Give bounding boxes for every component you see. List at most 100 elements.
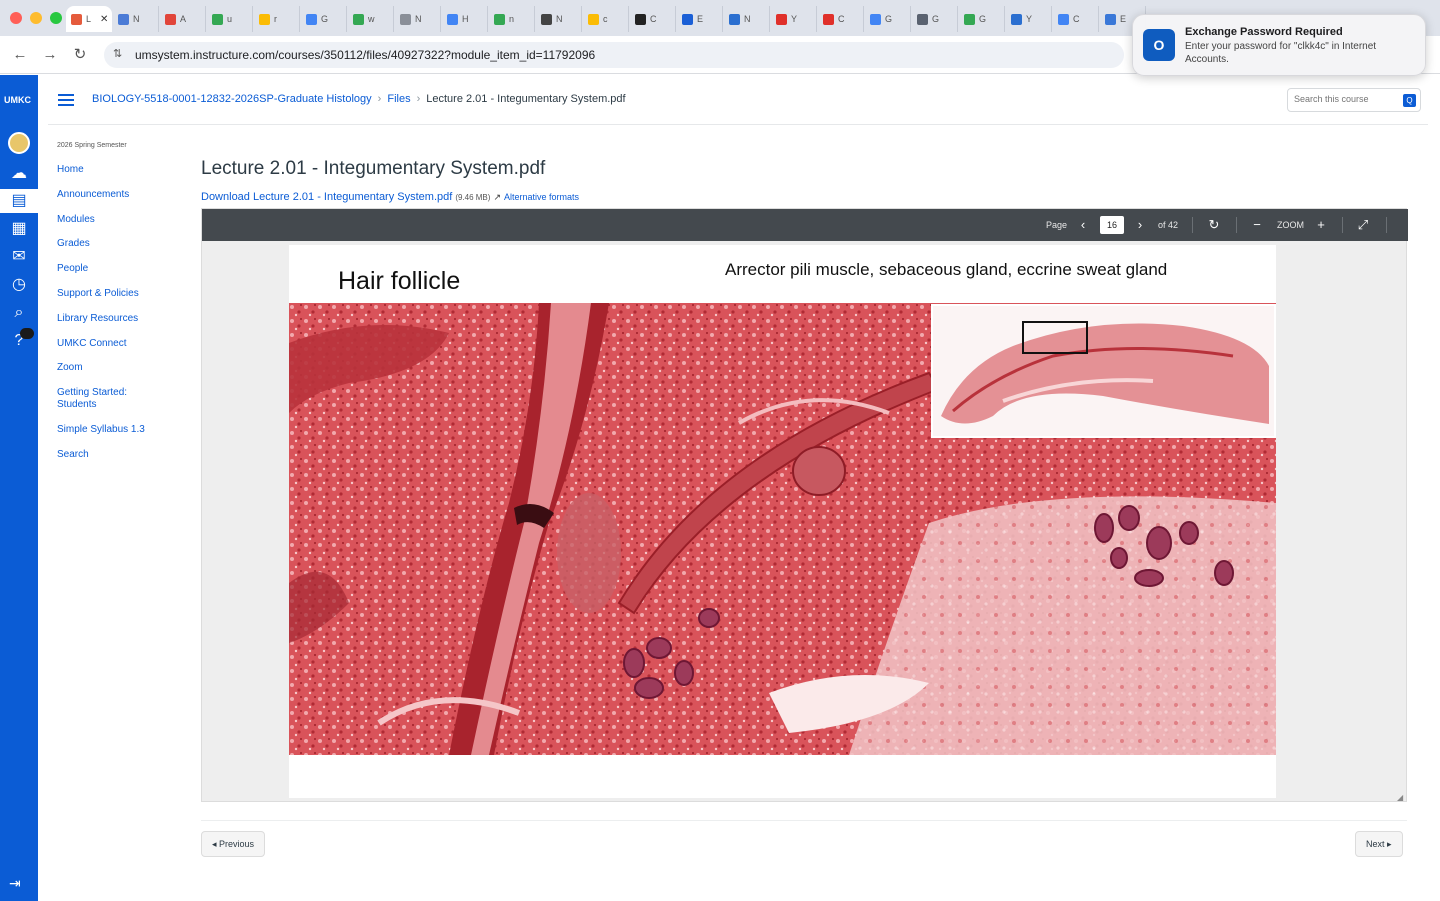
global-nav: UMKC ☁ ▤ ▦ ✉ ◷ ⌕ ? ⇥ — [0, 75, 38, 901]
course-nav-item[interactable]: Library Resources — [57, 313, 177, 325]
account-avatar[interactable] — [8, 132, 30, 154]
umkc-logo[interactable]: UMKC — [4, 95, 31, 105]
tab-label: L — [86, 14, 92, 24]
alternative-formats-link[interactable]: Alternative formats — [504, 192, 579, 202]
page-number-input[interactable] — [1100, 216, 1124, 234]
tab-favicon-icon — [588, 13, 599, 25]
page-label: Page — [1046, 220, 1068, 230]
breadcrumb-files[interactable]: Files — [387, 93, 410, 105]
course-nav-item[interactable]: Modules — [57, 214, 177, 226]
browser-tab[interactable]: N — [395, 6, 441, 32]
close-tab-icon[interactable]: ✕ — [100, 14, 108, 25]
page-total: of 42 — [1158, 220, 1179, 230]
browser-tab[interactable]: N — [113, 6, 159, 32]
calendar-icon[interactable]: ▦ — [7, 217, 31, 241]
minimize-window-button[interactable] — [30, 12, 42, 24]
course-nav-item[interactable]: Simple Syllabus 1.3 — [57, 424, 177, 436]
browser-tab[interactable]: G — [912, 6, 958, 32]
next-page-icon[interactable]: › — [1132, 216, 1148, 234]
browser-tab[interactable]: r — [254, 6, 300, 32]
tab-favicon-icon — [212, 13, 223, 25]
search-icon[interactable]: ⌕ — [7, 301, 31, 325]
browser-tab[interactable]: L ✕ — [66, 6, 112, 32]
course-nav-item[interactable]: Zoom — [57, 362, 177, 374]
course-search-input[interactable] — [1294, 94, 1398, 104]
url-text[interactable]: umsystem.instructure.com/courses/350112/… — [135, 48, 595, 62]
course-nav-item[interactable]: Home — [57, 164, 177, 176]
browser-tab[interactable]: C — [630, 6, 676, 32]
admin-icon[interactable]: ☁ — [7, 162, 31, 186]
tab-favicon-icon — [541, 13, 552, 25]
reload-icon[interactable]: ↻ — [70, 45, 90, 65]
site-info-icon[interactable]: ⇅ — [113, 47, 122, 60]
tab-label: Y — [791, 14, 798, 24]
browser-tab[interactable]: A — [160, 6, 206, 32]
tab-favicon-icon — [682, 13, 693, 25]
browser-tab[interactable]: G — [865, 6, 911, 32]
zoom-label: ZOOM — [1277, 220, 1304, 230]
forward-icon[interactable]: → — [40, 45, 60, 65]
breadcrumb-separator: › — [377, 93, 382, 105]
browser-tab[interactable]: G — [959, 6, 1005, 32]
course-nav-item[interactable]: People — [57, 263, 177, 275]
back-icon[interactable]: ← — [10, 45, 30, 65]
course-nav-item[interactable]: Grades — [57, 238, 177, 250]
address-bar[interactable]: ⇅ umsystem.instructure.com/courses/35011… — [104, 42, 1124, 68]
tab-label: G — [979, 14, 987, 24]
previous-page-icon[interactable]: ‹ — [1075, 216, 1091, 234]
tab-favicon-icon — [964, 13, 975, 25]
tab-label: C — [838, 14, 845, 24]
courses-icon[interactable]: ▤ — [0, 189, 38, 213]
tab-label: r — [274, 14, 277, 24]
exchange-notification[interactable]: O Exchange Password Required Enter your … — [1132, 14, 1426, 76]
course-nav-item[interactable]: UMKC Connect — [57, 338, 177, 350]
fullscreen-icon[interactable]: ⤢ — [1355, 216, 1371, 234]
tab-favicon-icon — [729, 13, 740, 25]
previous-button[interactable]: ◂ Previous — [201, 831, 266, 857]
browser-tab[interactable]: c — [583, 6, 629, 32]
browser-tab[interactable]: H — [442, 6, 488, 32]
browser-tab[interactable]: n — [489, 6, 535, 32]
search-button[interactable]: Q — [1403, 94, 1416, 107]
zoom-in-icon[interactable]: + — [1313, 216, 1329, 234]
download-link[interactable]: Download Lecture 2.01 - Integumentary Sy… — [201, 191, 452, 203]
download-line: Download Lecture 2.01 - Integumentary Sy… — [201, 191, 579, 203]
browser-tabs: L ✕ N Au r Gw N Hn Nc C E N Y C G G G Y C E — [66, 6, 1147, 36]
browser-tab[interactable]: C — [1053, 6, 1099, 32]
browser-tab[interactable]: G — [301, 6, 347, 32]
course-nav-item[interactable]: Announcements — [57, 189, 177, 201]
course-nav-item[interactable]: Getting Started: Students — [57, 387, 147, 411]
tab-favicon-icon — [306, 13, 317, 25]
browser-tab[interactable]: Y — [1006, 6, 1052, 32]
browser-tab[interactable]: w — [348, 6, 394, 32]
zoom-out-icon[interactable]: − — [1249, 216, 1265, 234]
collapse-nav-icon[interactable]: ⇥ — [9, 875, 21, 892]
close-window-button[interactable] — [10, 12, 22, 24]
browser-tab[interactable]: Y — [771, 6, 817, 32]
slide-subtitle: Arrector pili muscle, sebaceous gland, e… — [725, 260, 1168, 279]
browser-tab[interactable]: C — [818, 6, 864, 32]
inset-overview-image — [931, 304, 1276, 438]
breadcrumb-course[interactable]: BIOLOGY-5518-0001-12832-2026SP-Graduate … — [92, 93, 372, 105]
alternative-formats-icon[interactable]: ↗ — [493, 192, 501, 202]
tab-label: C — [1073, 14, 1080, 24]
tab-label: N — [133, 14, 140, 24]
browser-tab[interactable]: N — [724, 6, 770, 32]
toolbar-divider — [1386, 217, 1387, 233]
browser-tab[interactable]: u — [207, 6, 253, 32]
rotate-icon[interactable]: ↻ — [1206, 216, 1222, 234]
inbox-icon[interactable]: ✉ — [7, 245, 31, 269]
viewer-resize-handle[interactable]: ◢ — [1397, 793, 1403, 802]
toolbar-divider — [1342, 217, 1343, 233]
browser-tab[interactable]: E — [677, 6, 723, 32]
maximize-window-button[interactable] — [50, 12, 62, 24]
course-nav-item[interactable]: Search — [57, 449, 177, 461]
next-button[interactable]: Next ▸ — [1355, 831, 1403, 857]
browser-tab[interactable]: N — [536, 6, 582, 32]
viewer-toolbar: Page ‹ › of 42 ↻ − ZOOM + ⤢ — [202, 209, 1408, 241]
course-menu-toggle-icon[interactable] — [58, 94, 74, 106]
course-nav-item[interactable]: Support & Policies — [57, 288, 177, 300]
history-icon[interactable]: ◷ — [7, 273, 31, 297]
tab-favicon-icon — [400, 13, 411, 25]
tab-favicon-icon — [165, 13, 176, 25]
